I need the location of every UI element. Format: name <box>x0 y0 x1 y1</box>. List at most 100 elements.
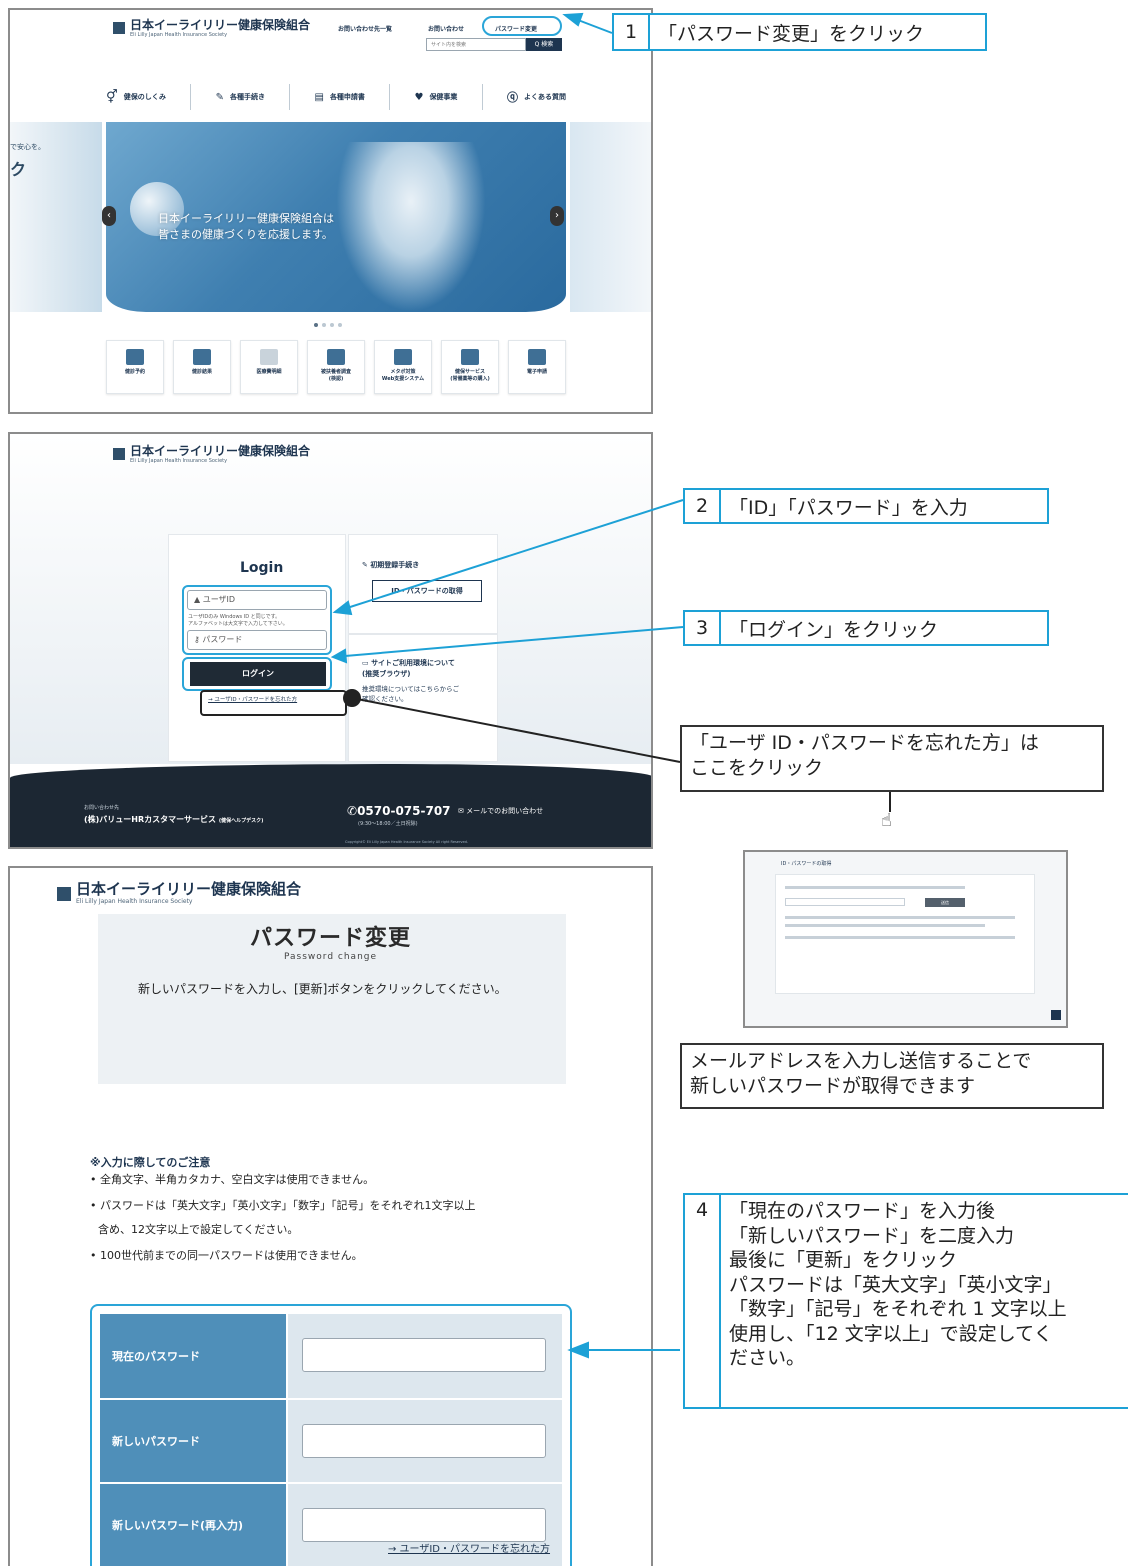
calendar-icon <box>126 349 144 365</box>
monitor-icon: ▭ <box>362 659 369 667</box>
footer-company: (株)バリューHRカスタマーサービス (健保ヘルプデスク) <box>84 815 264 824</box>
password-form: 現在のパスワード 新しいパスワード 新しいパスワード(再入力) <box>100 1314 562 1566</box>
environment-text[interactable]: 推奨環境についてはこちらからご 確認ください。 <box>362 684 459 704</box>
caution-item-1: • 全角文字、半角カタカナ、空白文字は使用できません。 <box>90 1173 375 1186</box>
tile-label: メタボ対策 Web支援システム <box>381 369 425 382</box>
site-logo-title[interactable]: 日本イーライリリー健康保険組合 <box>130 16 310 33</box>
forgot-link-highlight <box>200 690 347 716</box>
contact-list-link[interactable]: お問い合わせ先一覧 <box>338 24 392 33</box>
tile-e-application[interactable]: 電子申請 <box>508 340 566 394</box>
callout-number: 2 <box>685 490 721 522</box>
tile-label: 健診予約 <box>124 369 145 375</box>
tile-label: 被扶養者調査 (検認) <box>320 369 351 382</box>
caution-item-2: • パスワードは「英大文字」「英小文字」「数字」「記号」をそれぞれ1文字以上 <box>90 1199 476 1212</box>
site-logo-subtitle: Eli Lilly Japan Health Insurance Society <box>130 32 228 38</box>
site-search-button[interactable]: Q 検索 <box>526 38 562 51</box>
gender-icon: ⚥ <box>106 89 118 105</box>
carousel-next-button[interactable]: › <box>550 206 564 226</box>
confirm-password-input[interactable] <box>302 1508 546 1542</box>
nav-procedures[interactable]: ✎ 各種手続き <box>216 92 265 103</box>
callout-number: 4 <box>685 1195 721 1407</box>
tile-dependent-survey[interactable]: 被扶養者調査 (検認) <box>307 340 365 394</box>
logo-icon <box>113 448 125 460</box>
callout-text: 「パスワード変更」をクリック <box>658 22 925 45</box>
carousel-prev-button[interactable]: ‹ <box>102 206 116 226</box>
footer-hours: (9:30〜18:00／土日祝除) <box>358 821 418 827</box>
nav-divider <box>190 84 192 110</box>
footer-mail-link[interactable]: ✉ メールでのお問い合わせ <box>458 806 543 816</box>
carousel-dot[interactable] <box>322 323 326 327</box>
thumb-text-line <box>785 916 1015 919</box>
forgot-note-line1: 「ユーザ ID・パスワードを忘れた方」は <box>690 732 1039 754</box>
site-logo-title: 日本イーライリリー健康保険組合 <box>76 880 302 898</box>
tile-label: 電子申請 <box>526 369 547 375</box>
forgot-credentials-link-bottom[interactable]: → ユーザID・パスワードを忘れた方 <box>388 1540 550 1555</box>
tile-health-services[interactable]: 健保サービス (常備薬等の購入) <box>441 340 499 394</box>
callout-line: 最後に「更新」をクリック <box>729 1249 958 1271</box>
get-id-password-button[interactable]: ID・パスワードの取得 <box>372 580 482 602</box>
contact-link[interactable]: お問い合わせ <box>428 24 464 33</box>
login-footer: お問い合わせ先 (株)バリューHRカスタマーサービス (健保ヘルプデスク) ✆0… <box>10 764 651 847</box>
tile-label: 医療費明細 <box>256 369 282 375</box>
new-password-label: 新しいパスワード <box>100 1400 286 1482</box>
nav-faq[interactable]: ⓠ よくある質問 <box>507 89 566 105</box>
environment-heading: ▭ サイトご利用環境について (推奨ブラウザ) <box>362 659 455 678</box>
callout-number: 3 <box>685 612 721 644</box>
magnifier-icon <box>327 349 345 365</box>
hero-prev-text-2: ク <box>10 160 27 179</box>
footer-phone[interactable]: ✆0570-075-707 <box>347 804 451 818</box>
page-title: パスワード変更 <box>250 926 412 951</box>
site-logo-title: 日本イーライリリー健康保険組合 <box>130 444 311 458</box>
footer-contact-label: お問い合わせ先 <box>84 805 120 811</box>
hero-text-line2: 皆さまの健康づくりを応援します。 <box>158 228 333 241</box>
current-password-input[interactable] <box>302 1338 546 1372</box>
caution-item-2-cont: 含め、12文字以上で設定してください。 <box>98 1223 299 1236</box>
pointer-hand-icon: ☝ <box>881 810 892 831</box>
forgot-note-line2: ここをクリック <box>690 757 824 779</box>
tile-metabo-web[interactable]: メタボ対策 Web支援システム <box>374 340 432 394</box>
page-intro: 新しいパスワードを入力し、[更新]ボタンをクリックしてください。 <box>138 982 507 996</box>
heart-icon: ♥ <box>414 91 424 103</box>
nav-divider <box>389 84 391 110</box>
nav-divider <box>289 84 291 110</box>
site-logo-subtitle: Eli Lilly Japan Health Insurance Society <box>76 898 193 905</box>
carousel-dot[interactable] <box>338 323 342 327</box>
callout-line: パスワードは「英大文字」「英小文字」 <box>729 1273 1062 1296</box>
callout-line: 「新しいパスワード」を二度入力 <box>729 1224 1015 1247</box>
nav-insurance-system[interactable]: ⚥ 健保のしくみ <box>106 90 166 105</box>
callout-text: 「ログイン」をクリック <box>729 618 939 641</box>
thumb-send-button: 送信 <box>925 898 965 907</box>
callout-text: 「ID」「パスワード」を入力 <box>729 496 968 519</box>
nav-health-programs[interactable]: ♥ 保健事業 <box>414 92 457 103</box>
mail-note-line1: メールアドレスを入力し送信することで <box>690 1050 1032 1072</box>
quick-links: 健診予約 健診結果 医療費明細 被扶養者調査 (検認) メタボ対策 Web支援シ… <box>106 340 566 394</box>
cup-icon <box>461 349 479 365</box>
tile-checkup-results[interactable]: 健診結果 <box>173 340 231 394</box>
mail-retrieval-note: メールアドレスを入力し送信することで 新しいパスワードが取得できます <box>680 1043 1104 1109</box>
pencil-icon: ✎ <box>215 91 224 103</box>
callout-line: 「現在のパスワード」を入力後 <box>729 1200 996 1222</box>
password-change-highlight <box>482 16 562 36</box>
nav-forms[interactable]: ▤ 各種申請書 <box>314 92 364 103</box>
tile-medical-expenses[interactable]: 医療費明細 <box>240 340 298 394</box>
footer-copyright: Copyright© Eli Lilly Japan Health Insura… <box>345 840 468 844</box>
page-subtitle: Password change <box>284 952 378 962</box>
mail-note-line2: 新しいパスワードが取得できます <box>690 1075 976 1097</box>
monitor-icon <box>528 349 546 365</box>
carousel-dot[interactable] <box>314 323 318 327</box>
site-search-input[interactable]: サイト内を検索 <box>426 38 526 51</box>
callout-step-2: 2 「ID」「パスワード」を入力 <box>683 488 1049 524</box>
callout-line: 「数字」「記号」をそれぞれ 1 文字以上 <box>729 1298 1067 1320</box>
tile-label: 健診結果 <box>191 369 212 375</box>
hero-prev-text-1: で安心を。 <box>10 143 45 151</box>
hero-carousel: 日本イーライリリー健康保険組合は 皆さまの健康づくりを応援します。 <box>106 122 566 312</box>
nav-divider <box>481 84 483 110</box>
new-password-input[interactable] <box>302 1424 546 1458</box>
mail-icon: ✉ <box>458 807 464 815</box>
carousel-dot[interactable] <box>330 323 334 327</box>
callout-step-3: 3 「ログイン」をクリック <box>683 610 1049 646</box>
login-button-highlight <box>182 657 332 691</box>
tile-checkup-booking[interactable]: 健診予約 <box>106 340 164 394</box>
thumb-text-line <box>785 886 965 889</box>
thumb-card <box>775 874 1035 994</box>
